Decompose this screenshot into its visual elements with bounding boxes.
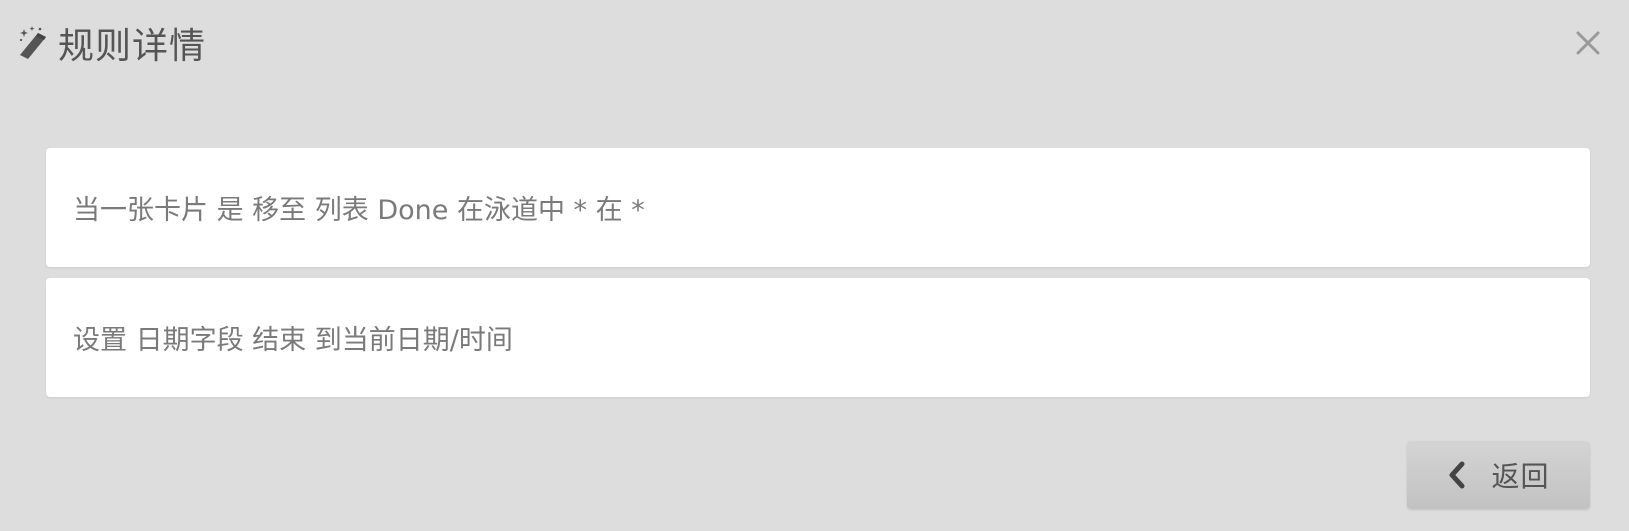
back-button[interactable]: 返回 <box>1407 441 1590 509</box>
dialog-title: 规则详情 <box>58 26 207 67</box>
dialog-header: 规则详情 <box>18 18 206 68</box>
rule-trigger-text: 当一张卡片 是 移至 列表 Done 在泳道中 * 在 * <box>73 195 645 226</box>
rule-action-text: 设置 日期字段 结束 到当前日期/时间 <box>73 325 513 356</box>
magic-wand-icon <box>19 26 46 59</box>
rule-action-card: 设置 日期字段 结束 到当前日期/时间 <box>46 278 1590 397</box>
back-button-label: 返回 <box>1491 460 1550 493</box>
close-icon[interactable] <box>1573 28 1603 58</box>
chevron-left-icon <box>1449 461 1465 489</box>
rule-trigger-card: 当一张卡片 是 移至 列表 Done 在泳道中 * 在 * <box>46 148 1590 267</box>
